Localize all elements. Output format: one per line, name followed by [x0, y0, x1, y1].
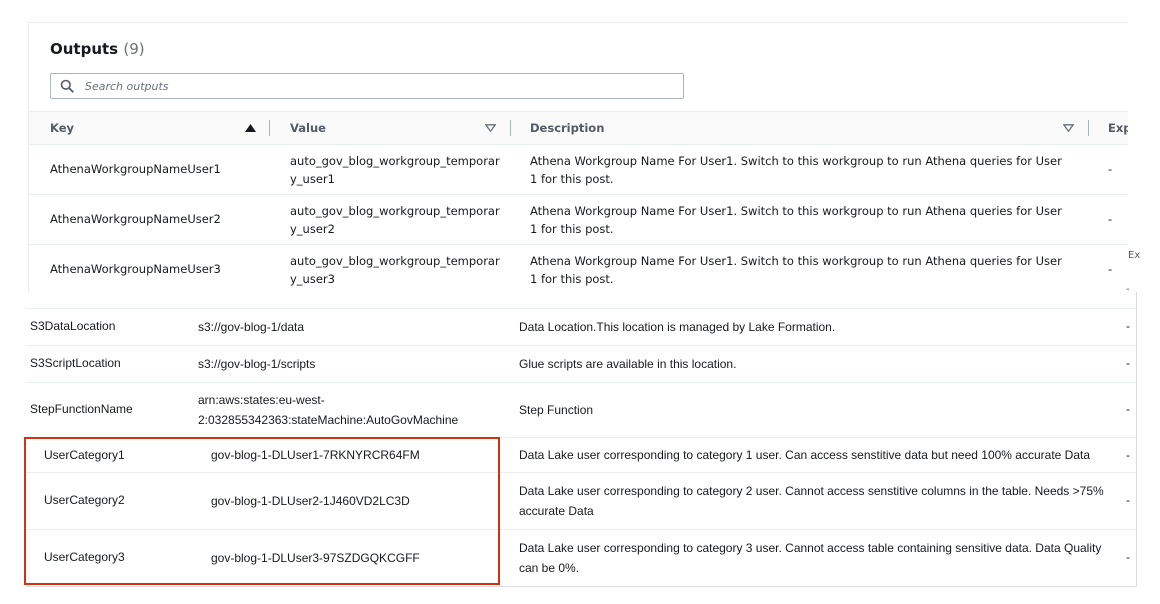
row-description: Data Lake user corresponding to category…	[519, 484, 1104, 518]
row-key: UserCategory2	[44, 493, 125, 507]
row-value: gov-blog-1-DLUser1-7RKNYRCR64FM	[211, 448, 420, 462]
sort-ascending-icon[interactable]	[245, 124, 256, 132]
row-export: -	[1126, 319, 1130, 333]
table-row: AthenaWorkgroupNameUser3 auto_gov_blog_w…	[29, 244, 1128, 293]
row-export: -	[1126, 356, 1130, 370]
row-export: -	[1108, 162, 1113, 176]
row-description: Athena Workgroup Name For User1. Switch …	[530, 204, 1062, 236]
row-export: -	[1126, 448, 1130, 462]
table-row: StepFunctionName arn:aws:states:eu-west-…	[26, 383, 1136, 438]
row-description: Glue scripts are available in this locat…	[519, 357, 737, 371]
row-description: Data Lake user corresponding to category…	[519, 448, 1091, 462]
outputs-count: (9)	[123, 40, 145, 58]
row-value: auto_gov_blog_workgroup_temporary_user1	[290, 154, 500, 186]
outputs-table-continued: S3DataLocation s3://gov-blog-1/data Data…	[26, 292, 1137, 587]
row-key: AthenaWorkgroupNameUser1	[50, 162, 221, 176]
table-row: S3ScriptLocation s3://gov-blog-1/scripts…	[26, 346, 1136, 383]
column-header-description[interactable]: Description	[530, 112, 604, 144]
row-key: AthenaWorkgroupNameUser3	[50, 262, 221, 276]
search-box[interactable]	[50, 73, 684, 99]
row-export: -	[1126, 493, 1130, 507]
column-header-export[interactable]: Exp	[1108, 112, 1128, 144]
row-export: -	[1126, 550, 1130, 564]
column-resizer[interactable]	[1088, 120, 1089, 136]
table-header: Key Value Description Exp	[29, 111, 1128, 145]
table-row: AthenaWorkgroupNameUser1 auto_gov_blog_w…	[29, 144, 1128, 195]
row-description: Data Lake user corresponding to category…	[519, 541, 1102, 575]
panel-title: Outputs (9)	[50, 40, 145, 58]
row-value: s3://gov-blog-1/scripts	[198, 357, 316, 371]
sort-icon[interactable]	[485, 124, 496, 132]
table-row: UserCategory1 gov-blog-1-DLUser1-7RKNYRC…	[26, 438, 1136, 473]
row-value: gov-blog-1-DLUser2-1J460VD2LC3D	[211, 494, 410, 508]
row-description: Step Function	[519, 403, 594, 417]
row-key: S3ScriptLocation	[30, 356, 121, 370]
row-value: auto_gov_blog_workgroup_temporary_user2	[290, 204, 500, 236]
column-resizer[interactable]	[269, 120, 270, 136]
row-key: StepFunctionName	[30, 402, 133, 416]
row-value: s3://gov-blog-1/data	[198, 320, 305, 334]
column-resizer[interactable]	[510, 120, 511, 136]
column-header-key[interactable]: Key	[50, 112, 74, 144]
table-row: AthenaWorkgroupNameUser2 auto_gov_blog_w…	[29, 194, 1128, 245]
row-value: auto_gov_blog_workgroup_temporary_user3	[290, 254, 500, 286]
table-row: UserCategory3 gov-blog-1-DLUser3-97SZDGQ…	[26, 530, 1136, 586]
row-export: -	[1108, 212, 1113, 226]
row-value: arn:aws:states:eu-west-2:032855342363:st…	[198, 393, 459, 427]
outputs-panel: Outputs (9) Key Value Description Exp At…	[28, 22, 1128, 293]
search-icon	[60, 79, 74, 93]
table-row: S3DataLocation s3://gov-blog-1/data Data…	[26, 309, 1136, 346]
row-key: S3DataLocation	[30, 319, 116, 333]
row-description: Athena Workgroup Name For User1. Switch …	[530, 154, 1062, 186]
row-key: UserCategory1	[44, 448, 125, 462]
row-description: Data Location.This location is managed b…	[519, 320, 836, 334]
row-value: gov-blog-1-DLUser3-97SZDGQKCGFF	[211, 551, 420, 565]
panel-title-text: Outputs	[50, 40, 119, 58]
row-key: AthenaWorkgroupNameUser2	[50, 212, 221, 226]
sort-icon[interactable]	[1063, 124, 1074, 132]
search-input[interactable]	[83, 76, 677, 96]
row-export: -	[1126, 402, 1130, 416]
row-description: Athena Workgroup Name For User1. Switch …	[530, 254, 1062, 286]
column-header-value[interactable]: Value	[290, 112, 326, 144]
row-export: -	[1108, 262, 1113, 276]
table-row-partial	[26, 292, 1136, 309]
table-row: UserCategory2 gov-blog-1-DLUser2-1J460VD…	[26, 473, 1136, 530]
export-column-fragment: Ex	[1128, 250, 1141, 261]
row-key: UserCategory3	[44, 550, 125, 564]
